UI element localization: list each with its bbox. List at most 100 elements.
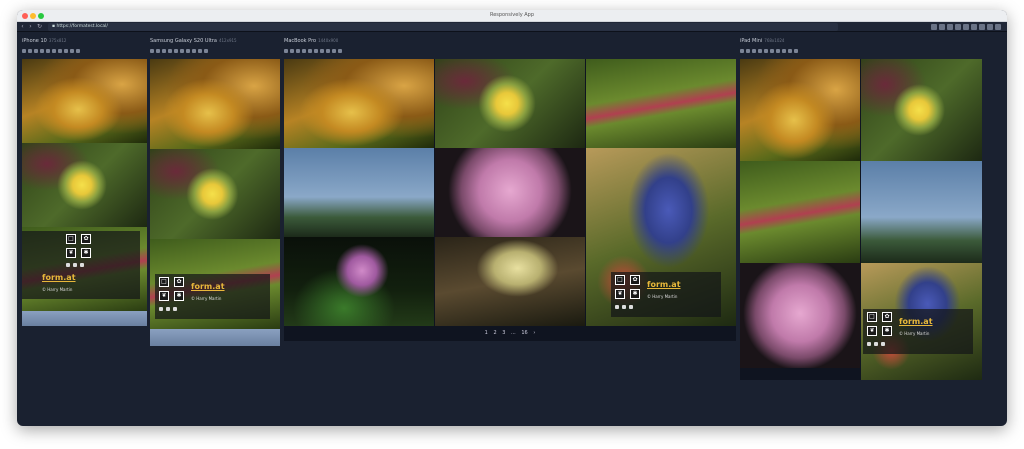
mail-icon[interactable] [874,342,878,346]
gallery-image[interactable] [284,237,434,326]
device-macbook: MacBook Pro 1440x900 □ ✿ ❦ ✱ form.at © Ha… [284,38,736,353]
social-icons [159,307,177,311]
leaf-icon[interactable]: ❦ [867,326,877,336]
brand-link[interactable]: form.at [647,280,681,289]
viewport: □ ✿ ❦ ✱ form.at © Harry Martin [150,59,280,346]
leaf-icon[interactable]: ❦ [66,248,76,258]
inspect-icon[interactable] [939,24,945,30]
device-toolbar [22,49,80,55]
rotate-icon[interactable] [955,24,961,30]
brand-link[interactable]: form.at [191,282,225,291]
page-link[interactable]: 1 [485,330,488,336]
device-ipad-mini: iPad Mini 768x1024 □ ✿ ❦ ✱ form.at © Harr… [740,38,982,398]
lock-icon[interactable] [173,307,177,311]
mail-icon[interactable] [73,263,77,267]
grid-icon[interactable]: □ [867,312,877,322]
leaf-icon[interactable]: ❦ [615,289,625,299]
page-link[interactable]: 2 [493,330,496,336]
device-iphone: iPhone 10 375x812 □ ✿ ❦ ✱ form.at © Harry… [22,38,147,338]
settings-icon[interactable] [987,24,993,30]
grid-icon[interactable]: □ [159,277,169,287]
pagination: 1 2 3 ... 16 › [284,330,736,336]
app-window: Responsively App ‹ › ↻ ▪ https://formate… [17,10,1007,426]
bug-icon[interactable]: ✱ [630,289,640,299]
share-icon[interactable] [159,307,163,311]
gallery-image[interactable] [284,59,434,148]
menu-icon[interactable] [995,24,1001,30]
social-icons [66,263,84,267]
gallery-image[interactable] [22,311,147,326]
social-icons [615,305,633,309]
gallery-image[interactable] [150,329,280,346]
viewport: □ ✿ ❦ ✱ form.at © Harry Martin [740,59,982,380]
bug-icon[interactable]: ✱ [81,248,91,258]
device-toolbar [150,49,208,55]
toolbar-actions [931,24,1001,30]
zoom-icon[interactable] [931,24,937,30]
social-icons [867,342,885,346]
bug-icon[interactable]: ✱ [882,326,892,336]
flower-icon[interactable]: ✿ [81,234,91,244]
grid-icon[interactable]: □ [615,275,625,285]
layout-icon[interactable] [963,24,969,30]
gallery-image[interactable] [861,59,982,161]
gallery-image[interactable] [740,263,860,368]
mail-icon[interactable] [622,305,626,309]
site-overlay: □ ✿ ❦ ✱ form.at © Harry Martin [611,272,721,317]
gallery-image[interactable] [22,143,147,227]
gallery-image[interactable] [284,148,434,237]
page-link[interactable]: 16 [521,330,527,336]
address-bar[interactable]: ▪ https://formatest.local/ [48,23,838,31]
flower-icon[interactable]: ✿ [882,312,892,322]
device-title: Samsung Galaxy S20 Ultra 412x915 [150,38,237,44]
reload-icon[interactable]: ↻ [36,23,43,30]
device-toolbar [740,49,798,55]
gallery-image[interactable] [435,237,585,326]
gallery-image[interactable] [586,59,736,148]
device-toolbar [284,49,342,55]
gallery-image[interactable] [150,149,280,239]
flower-icon[interactable]: ✿ [630,275,640,285]
lock-icon[interactable] [629,305,633,309]
gallery-image[interactable] [861,161,982,263]
lock-icon[interactable] [80,263,84,267]
copyright: © Harry Martin [899,331,930,336]
brand-link[interactable]: form.at [42,273,76,282]
copyright: © Harry Martin [191,296,222,301]
main-toolbar: ‹ › ↻ ▪ https://formatest.local/ [17,22,1007,32]
gallery-image[interactable] [740,161,860,263]
site-overlay: □ ✿ ❦ ✱ form.at © Harry Martin [863,309,973,354]
gallery-image[interactable] [150,59,280,149]
leaf-icon[interactable]: ❦ [159,291,169,301]
brand-link[interactable]: form.at [899,317,933,326]
gallery-image[interactable] [22,59,147,143]
share-icon[interactable] [867,342,871,346]
page-ellipsis: ... [511,330,516,336]
next-page-icon[interactable]: › [533,330,535,336]
mail-icon[interactable] [166,307,170,311]
back-icon[interactable]: ‹ [19,23,26,30]
gallery-image[interactable] [435,148,585,237]
gallery-image[interactable] [435,59,585,148]
page-link[interactable]: 3 [502,330,505,336]
window-title: Responsively App [489,12,535,18]
share-icon[interactable] [66,263,70,267]
viewport: □ ✿ ❦ ✱ form.at © Harry Martin 1 2 3 ...… [284,59,736,341]
device-title: iPhone 10 375x812 [22,38,67,44]
device-title: iPad Mini 768x1024 [740,38,785,44]
screenshot-icon[interactable] [947,24,953,30]
site-overlay: □ ✿ ❦ ✱ form.at © Harry Martin [22,231,140,299]
viewport: □ ✿ ❦ ✱ form.at © Harry Martin [22,59,147,326]
copyright: © Harry Martin [647,294,678,299]
title-bar: Responsively App [17,10,1007,22]
devices-icon[interactable] [979,24,985,30]
flower-icon[interactable]: ✿ [174,277,184,287]
share-icon[interactable] [615,305,619,309]
forward-icon[interactable]: › [27,23,34,30]
gallery-image[interactable] [740,59,860,161]
grid-icon[interactable]: □ [66,234,76,244]
bug-icon[interactable]: ✱ [174,291,184,301]
url-text: https://formatest.local/ [56,24,108,29]
lock-icon[interactable] [881,342,885,346]
preview-icon[interactable] [971,24,977,30]
